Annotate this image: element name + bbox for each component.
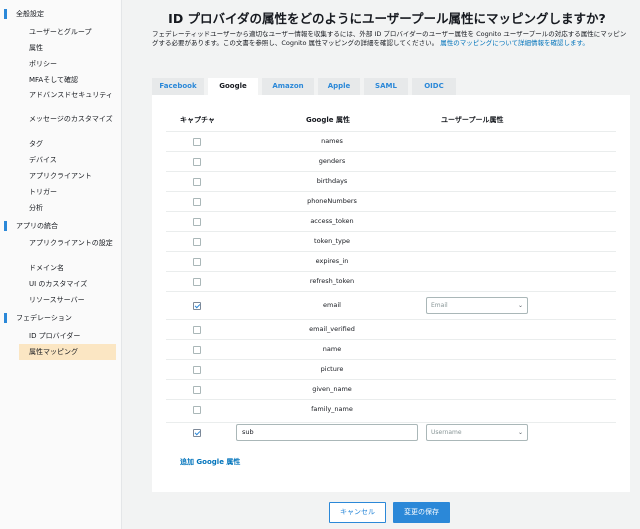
google-attribute-name: token_type — [314, 237, 350, 245]
google-attribute-name: picture — [320, 365, 344, 373]
capture-checkbox[interactable] — [193, 258, 201, 266]
google-attribute-name: family_name — [311, 405, 353, 413]
header-user-pool-attribute: ユーザープール属性 — [441, 116, 504, 124]
sidebar-item-triggers[interactable]: トリガー — [0, 184, 121, 200]
chevron-down-icon: ⌄ — [517, 302, 523, 309]
tab-saml[interactable]: SAML — [364, 78, 408, 95]
save-changes-button[interactable]: 変更の保存 — [393, 502, 450, 523]
capture-checkbox[interactable] — [193, 158, 201, 166]
google-attribute-name: refresh_token — [309, 277, 355, 285]
capture-checkbox[interactable] — [193, 178, 201, 186]
table-row: picture — [166, 359, 616, 379]
capture-checkbox[interactable] — [193, 278, 201, 286]
user-pool-attribute-select[interactable]: Email ⌄ — [426, 297, 528, 314]
google-attribute-name: email_verified — [309, 325, 355, 333]
capture-checkbox[interactable] — [193, 238, 201, 246]
section-marker — [4, 9, 7, 19]
table-row: phoneNumbers — [166, 191, 616, 211]
table-row: email_verified — [166, 319, 616, 339]
google-attribute-name: birthdays — [316, 177, 348, 185]
capture-checkbox[interactable] — [193, 198, 201, 206]
table-header: キャプチャ Google 属性 ユーザープール属性 — [166, 111, 616, 127]
add-google-attribute-link[interactable]: 追加 Google 属性 — [180, 457, 240, 467]
sidebar-section-general[interactable]: 全般設定 — [0, 6, 121, 22]
google-attribute-name: genders — [318, 157, 346, 165]
header-google-attribute: Google 属性 — [306, 116, 350, 124]
table-row: refresh_token — [166, 271, 616, 291]
sidebar-item-ui-customization[interactable]: UI のカスタマイズ — [0, 276, 121, 292]
table-row: given_name — [166, 379, 616, 399]
sidebar-item-attribute-mapping[interactable]: 属性マッピング — [19, 344, 116, 360]
chevron-down-icon: ⌄ — [517, 429, 523, 436]
sidebar-item-app-client-settings[interactable]: アプリクライアントの設定 — [0, 236, 121, 260]
sidebar-item-mfa[interactable]: MFAそして確認 — [0, 72, 121, 88]
page-title: ID プロバイダの属性をどのようにユーザープール属性にマッピングしますか? — [168, 11, 606, 26]
sidebar-item-analytics[interactable]: 分析 — [0, 200, 121, 216]
sidebar-item-resource-servers[interactable]: リソースサーバー — [0, 292, 121, 308]
table-row: names — [166, 131, 616, 151]
table-row: expires_in — [166, 251, 616, 271]
google-attribute-name: name — [322, 345, 342, 353]
capture-checkbox[interactable] — [193, 346, 201, 354]
mapping-panel: キャプチャ Google 属性 ユーザープール属性 names genders bi… — [152, 95, 630, 492]
capture-checkbox[interactable] — [193, 138, 201, 146]
sidebar-item-advanced-security[interactable]: アドバンスドセキュリティ — [0, 88, 121, 112]
sidebar-item-users-groups[interactable]: ユーザーとグループ — [0, 24, 121, 40]
learn-more-link[interactable]: 属性のマッピングについて詳細情報を確認します。 — [440, 39, 589, 47]
sidebar-item-message-customization[interactable]: メッセージのカスタマイズ — [0, 112, 121, 136]
provider-tabs: Facebook Google Amazon Apple SAML OIDC — [152, 78, 460, 95]
user-pool-attribute-select[interactable]: Username ⌄ — [426, 424, 528, 441]
section-marker — [4, 221, 7, 231]
tab-oidc[interactable]: OIDC — [412, 78, 456, 95]
sidebar-section-app-integration[interactable]: アプリの統合 — [0, 218, 121, 234]
capture-checkbox[interactable] — [193, 386, 201, 394]
google-attribute-name: names — [321, 137, 343, 145]
table-row: access_token — [166, 211, 616, 231]
sidebar-item-tags[interactable]: タグ — [0, 136, 121, 152]
capture-checkbox[interactable] — [193, 302, 201, 310]
table-row: email Email ⌄ — [166, 291, 616, 319]
capture-checkbox[interactable] — [193, 406, 201, 414]
sidebar-section-federation[interactable]: フェデレーション — [0, 310, 121, 326]
sidebar-item-app-clients[interactable]: アプリクライアント — [0, 168, 121, 184]
google-attribute-name: access_token — [310, 217, 354, 225]
table-row: birthdays — [166, 171, 616, 191]
cancel-button[interactable]: キャンセル — [329, 502, 386, 523]
sidebar-item-devices[interactable]: デバイス — [0, 152, 121, 168]
sidebar: 全般設定 ユーザーとグループ 属性 ポリシー MFAそして確認 アドバンスドセキ… — [0, 0, 122, 529]
tab-facebook[interactable]: Facebook — [152, 78, 204, 95]
section-marker — [4, 313, 7, 323]
sidebar-item-policies[interactable]: ポリシー — [0, 56, 121, 72]
custom-attribute-row: sub Username ⌄ — [166, 422, 616, 442]
sidebar-item-identity-providers[interactable]: ID プロバイダー — [0, 328, 121, 344]
table-row: name — [166, 339, 616, 359]
google-attribute-name: email — [323, 301, 341, 309]
capture-checkbox[interactable] — [193, 429, 201, 437]
capture-checkbox[interactable] — [193, 366, 201, 374]
sidebar-item-attributes[interactable]: 属性 — [0, 40, 121, 56]
capture-checkbox[interactable] — [193, 326, 201, 334]
header-capture: キャプチャ — [180, 116, 215, 124]
main-content: ID プロバイダの属性をどのようにユーザープール属性にマッピングしますか? フェ… — [122, 0, 640, 529]
capture-checkbox[interactable] — [193, 218, 201, 226]
table-row: family_name — [166, 399, 616, 419]
google-attribute-name: expires_in — [315, 257, 349, 265]
tab-amazon[interactable]: Amazon — [262, 78, 314, 95]
table-row: genders — [166, 151, 616, 171]
page-description: フェデレーティッドユーザーから適切なユーザー情報を収集するには、外部 ID プロ… — [152, 30, 627, 47]
tab-google[interactable]: Google — [208, 78, 258, 95]
google-attribute-name: phoneNumbers — [307, 197, 357, 205]
google-attribute-name: given_name — [312, 385, 352, 393]
custom-attribute-input[interactable]: sub — [236, 424, 418, 441]
tab-apple[interactable]: Apple — [318, 78, 360, 95]
table-row: token_type — [166, 231, 616, 251]
sidebar-item-domain-name[interactable]: ドメイン名 — [0, 260, 121, 276]
